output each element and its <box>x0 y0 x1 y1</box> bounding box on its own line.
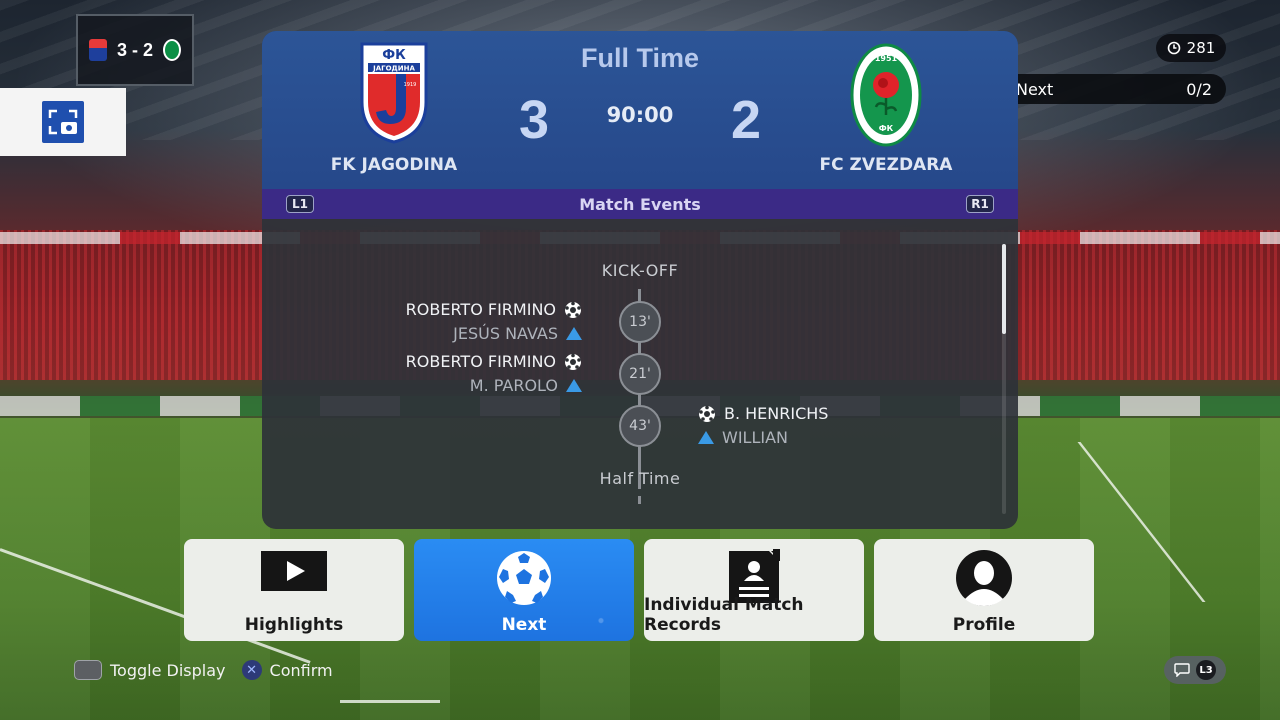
minute-bubble: 43' <box>619 405 661 447</box>
l1-button-hint[interactable]: L1 <box>286 195 314 213</box>
away-crest-small <box>163 39 182 61</box>
next-counter-value: 0/2 <box>1186 79 1212 99</box>
chat-button[interactable]: L3 <box>1164 656 1226 684</box>
kickoff-label: KICK-OFF <box>601 261 679 280</box>
goal-ball-icon <box>565 353 581 370</box>
chat-icon <box>1174 663 1190 677</box>
assist-player: WILLIAN <box>722 428 788 447</box>
highlights-label: Highlights <box>244 615 344 635</box>
away-crest-year: 1951 <box>875 54 898 63</box>
match-events-title: Match Events <box>579 194 701 214</box>
play-icon <box>261 551 327 591</box>
home-crest-year: 1919 <box>404 82 417 88</box>
next-counter-label: Next <box>1016 79 1054 99</box>
home-team-name: FK JAGODINA <box>330 155 458 175</box>
soccer-ball-icon <box>497 551 551 605</box>
time-remaining-pill: 281 <box>1156 34 1226 62</box>
r1-button-hint[interactable]: R1 <box>966 195 994 213</box>
away-team-crest: 1951 ФК <box>850 43 922 147</box>
home-score: 3 <box>518 90 550 150</box>
next-counter-pill: Next 0/2 <box>1002 74 1226 104</box>
clock-icon <box>1167 41 1180 55</box>
home-crest-small <box>88 39 107 61</box>
button-hints: Toggle Display ✕ Confirm <box>74 660 333 680</box>
pitch-line <box>340 700 440 703</box>
l3-button-icon: L3 <box>1196 660 1216 680</box>
events-scrollbar-thumb[interactable] <box>1002 244 1006 334</box>
minute-bubble: 13' <box>619 301 661 343</box>
event-assist-row: WILLIAN <box>698 428 958 447</box>
match-clock: 90:00 <box>606 103 674 127</box>
mini-scoreboard: 3 - 2 <box>76 14 194 86</box>
match-events-bar[interactable]: L1 Match Events R1 <box>262 189 1018 219</box>
individual-match-records-button[interactable]: Individual Match Records <box>644 539 864 641</box>
away-score: 2 <box>730 90 762 150</box>
assist-player: JESÚS NAVAS <box>453 324 558 343</box>
timeline-tail <box>638 496 641 504</box>
event-goal-row: ROBERTO FIRMINO <box>302 300 582 319</box>
goal-ball-icon <box>565 301 581 318</box>
assist-player: M. PAROLO <box>469 376 558 395</box>
goal-scorer: ROBERTO FIRMINO <box>405 352 556 371</box>
event-assist-row: M. PAROLO <box>302 376 582 395</box>
minute-bubble: 21' <box>619 353 661 395</box>
assist-triangle-icon <box>566 379 582 392</box>
next-button[interactable]: Next <box>414 539 634 641</box>
profile-button[interactable]: Profile <box>874 539 1094 641</box>
score-header: ФК ЈАГОДИНА 1919 Full Time 3 90:00 2 195… <box>262 31 1018 189</box>
profile-icon <box>956 550 1012 606</box>
timer-value: 281 <box>1186 39 1216 57</box>
event-goal-row: ROBERTO FIRMINO <box>302 352 582 371</box>
away-team-name: FC ZVEZDARA <box>819 155 953 175</box>
camera-capture-icon[interactable] <box>42 101 84 143</box>
pitch-line <box>1077 442 1206 602</box>
match-result-panel: ФК ЈАГОДИНА 1919 Full Time 3 90:00 2 195… <box>262 31 1018 529</box>
screenshot-capture-widget[interactable] <box>0 88 126 156</box>
assist-triangle-icon <box>566 327 582 340</box>
touchpad-button-icon <box>74 660 102 680</box>
highlights-button[interactable]: Highlights <box>184 539 404 641</box>
goal-ball-icon <box>699 405 715 422</box>
toggle-display-hint: Toggle Display <box>110 660 226 680</box>
assist-triangle-icon <box>698 431 714 444</box>
next-label: Next <box>501 615 547 635</box>
mini-score-text: 3 - 2 <box>116 39 154 60</box>
profile-label: Profile <box>952 615 1016 635</box>
event-assist-row: JESÚS NAVAS <box>302 324 582 343</box>
goal-scorer: ROBERTO FIRMINO <box>405 300 556 319</box>
confirm-hint: Confirm <box>269 660 333 680</box>
away-crest-letters: ФК <box>879 124 894 133</box>
cross-button-icon: ✕ <box>241 660 262 680</box>
goal-scorer: B. HENRICHS <box>724 404 829 423</box>
halftime-label: Half Time <box>599 469 681 488</box>
individual-match-records-label: Individual Match Records <box>644 595 804 635</box>
event-goal-row: B. HENRICHS <box>698 404 958 423</box>
